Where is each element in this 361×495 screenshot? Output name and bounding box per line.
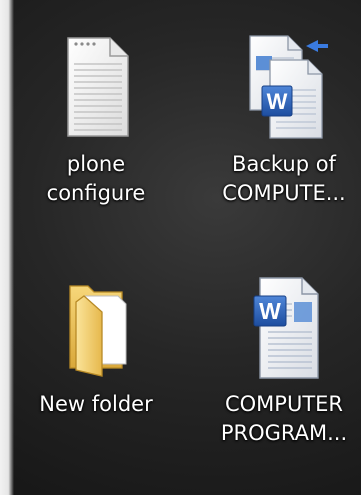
icon-label-line1: Backup of xyxy=(232,152,336,176)
icon-label-line2: COMPUTE... xyxy=(222,181,346,205)
desktop-icon-new-folder[interactable]: New folder xyxy=(11,272,181,492)
icon-label-line1: New folder xyxy=(39,392,153,416)
word-backup-icon: W xyxy=(249,35,328,139)
icon-label-line1: COMPUTER xyxy=(224,392,344,416)
icon-label: plone configure xyxy=(11,150,181,208)
icon-label-line2: PROGRAM... xyxy=(220,421,348,445)
icon-label-line2: configure xyxy=(46,181,146,205)
desktop-icon-plone-configure[interactable]: plone configure xyxy=(11,32,181,252)
desktop-icon-backup-of-compute[interactable]: W Backup of COMPUTE... xyxy=(199,32,361,252)
desktop: plone configure W Backup of COMPUTE... N… xyxy=(0,0,361,495)
icon-label-line1: plone xyxy=(66,152,126,176)
icon-label: Backup of COMPUTE... xyxy=(199,150,361,208)
folder-icon xyxy=(69,285,127,377)
icon-label: New folder xyxy=(11,390,181,419)
svg-text:W: W xyxy=(259,298,281,324)
text-file-icon xyxy=(67,37,129,137)
icon-label: COMPUTER PROGRAM... xyxy=(199,390,361,448)
word-document-icon: W xyxy=(253,277,319,379)
svg-text:W: W xyxy=(267,89,288,114)
desktop-icon-computer-program[interactable]: W COMPUTER PROGRAM... xyxy=(199,272,361,492)
